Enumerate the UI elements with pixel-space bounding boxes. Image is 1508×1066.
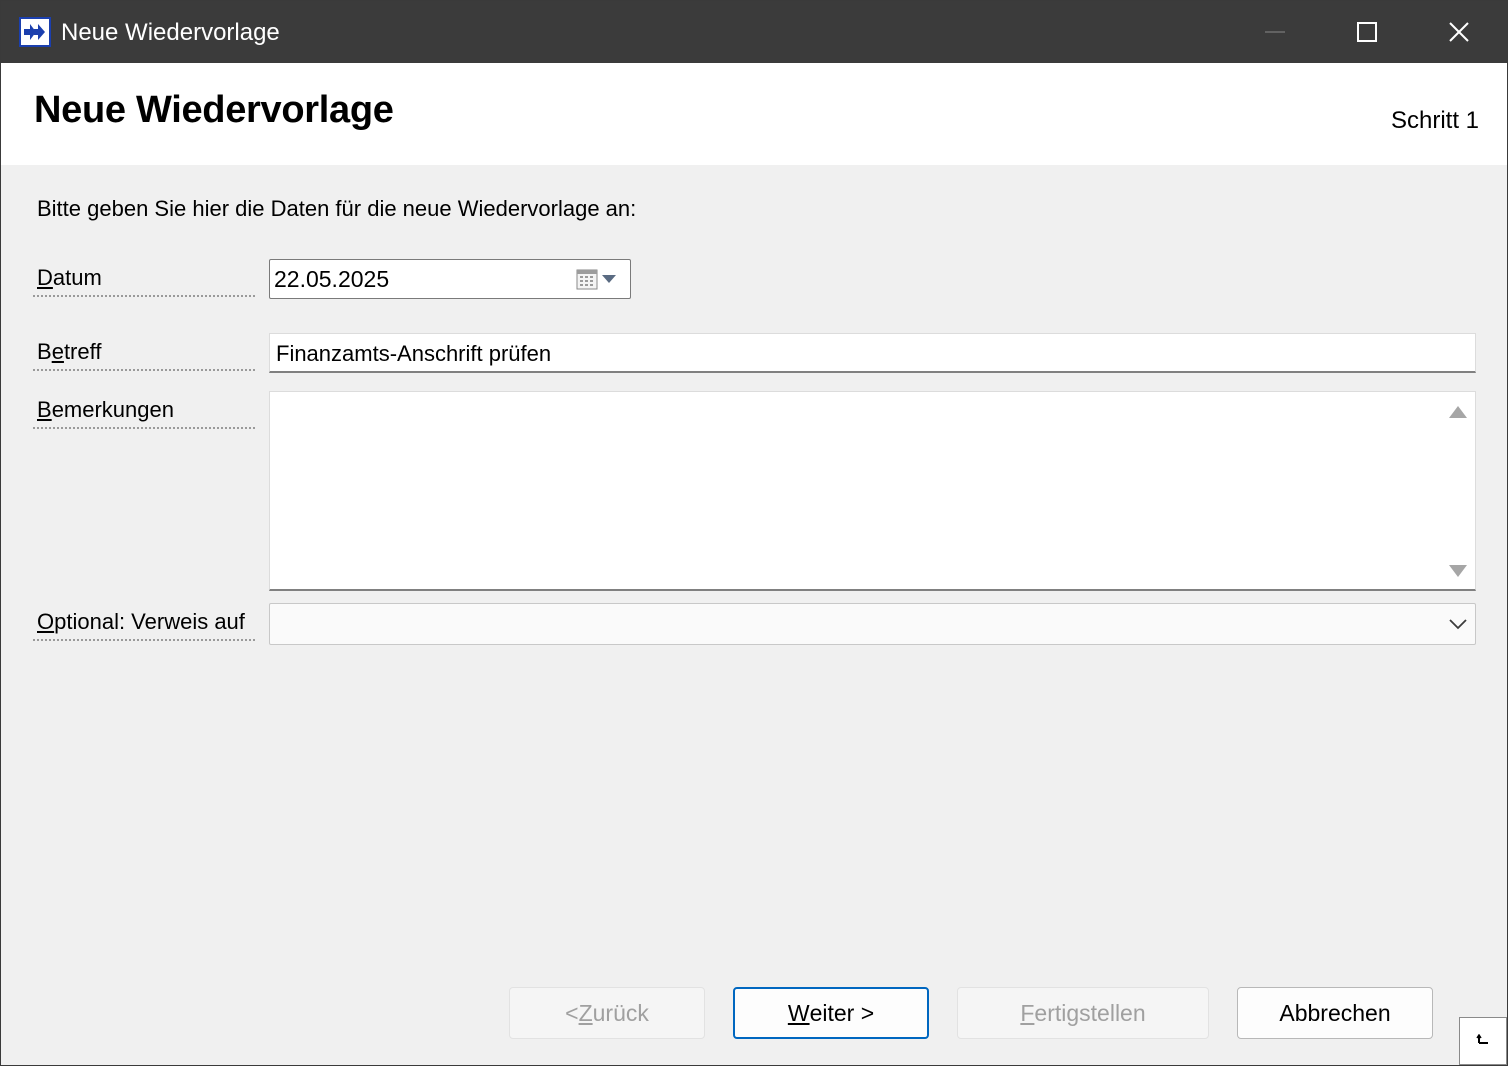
chevron-down-icon[interactable]: [602, 275, 616, 283]
resize-grip[interactable]: [1459, 1017, 1507, 1065]
intro-text: Bitte geben Sie hier die Daten für die n…: [37, 196, 637, 221]
wizard-header: Neue Wiedervorlage Schritt 1: [1, 63, 1507, 165]
minimize-icon: [1265, 31, 1285, 33]
datum-value[interactable]: 22.05.2025: [274, 266, 389, 293]
resize-icon: [1476, 1034, 1488, 1044]
page-title: Neue Wiedervorlage: [34, 89, 394, 131]
step-indicator: Schritt 1: [1390, 107, 1479, 134]
forward-arrows-icon: [19, 17, 51, 47]
minimize-button[interactable]: [1229, 1, 1321, 63]
close-icon: [1449, 22, 1469, 42]
next-button[interactable]: Weiter >: [733, 987, 929, 1039]
chevron-down-icon[interactable]: [1449, 618, 1467, 630]
maximize-icon: [1357, 22, 1377, 42]
betreff-value[interactable]: Finanzamts-Anschrift prüfen: [276, 341, 551, 367]
back-button[interactable]: < Zurück: [509, 987, 705, 1039]
bemerkungen-label: Bemerkungen: [33, 397, 255, 429]
datum-label: Datum: [33, 265, 255, 297]
wizard-window: Neue Wiedervorlage Neue Wiedervorlage Sc…: [0, 0, 1508, 1066]
bemerkungen-textarea[interactable]: [269, 391, 1476, 591]
calendar-icon[interactable]: [576, 268, 598, 290]
maximize-button[interactable]: [1321, 1, 1413, 63]
cancel-button[interactable]: Abbrechen: [1237, 987, 1433, 1039]
scroll-up-icon[interactable]: [1449, 406, 1467, 418]
verweis-combobox[interactable]: [269, 603, 1476, 645]
betreff-input[interactable]: Finanzamts-Anschrift prüfen: [269, 333, 1476, 373]
close-button[interactable]: [1413, 1, 1505, 63]
verweis-label: Optional: Verweis auf: [33, 609, 255, 641]
scroll-down-icon[interactable]: [1449, 565, 1467, 577]
datum-date-picker[interactable]: 22.05.2025: [269, 259, 631, 299]
title-bar[interactable]: Neue Wiedervorlage: [1, 1, 1507, 63]
betreff-label: Betreff: [33, 339, 255, 371]
window-title: Neue Wiedervorlage: [61, 19, 280, 46]
finish-button[interactable]: Fertigstellen: [957, 987, 1209, 1039]
